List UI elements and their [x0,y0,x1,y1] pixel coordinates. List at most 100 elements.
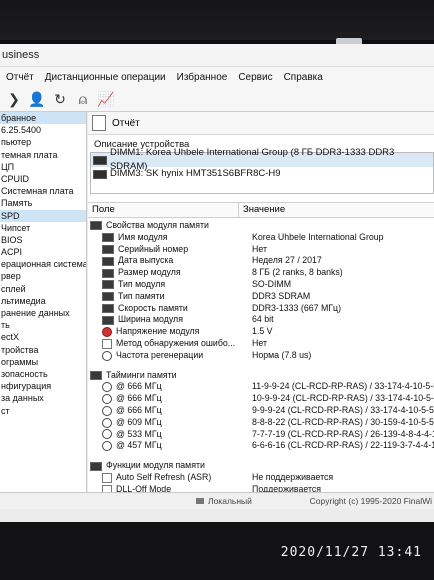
sidebar-item[interactable]: ерационная система [0,258,86,270]
sidebar-item[interactable]: тройства [0,344,86,356]
status-copyright: Copyright (c) 1995-2020 FinalWi [309,496,432,506]
chevron-right-icon[interactable]: ❯ [4,89,24,109]
sidebar-item[interactable]: льтимедиа [0,295,86,307]
field-value [236,370,434,382]
sidebar-item[interactable]: Память [0,197,86,209]
field-label: Свойства модуля памяти [106,220,209,230]
status-bar: Локальный Copyright (c) 1995-2020 FinalW… [0,492,434,509]
navigation-tree: бранное 6.25.5400 пьютер темная плата ЦП CPUI… [0,112,87,492]
memory-chip-icon [102,256,114,266]
field-label: @ 666 МГц [116,381,162,392]
table-row[interactable]: @ 533 МГц 7-7-7-19 (CL-RCD-RP-RAS) / 26-1… [88,429,434,441]
table-row[interactable]: Скорость памяти DDR3-1333 (667 МГц) [88,303,434,315]
app-window: usiness Отчёт Дистанционные операции Избра… [0,44,434,522]
group-header[interactable]: Свойства модуля памяти [88,220,434,232]
memory-chip-icon [102,280,114,290]
monitor-bezel-top [0,0,434,40]
table-row[interactable]: Напряжение модуля 1.5 V [88,326,434,338]
group-header[interactable]: Функции модуля памяти [88,460,434,472]
field-value: Korea Uhbele International Group [252,231,384,242]
field-value: 6-6-6-16 (CL-RCD-RP-RAS) / 22-119-3-7-4-… [252,440,434,451]
sidebar-item[interactable]: сплей [0,283,86,295]
sidebar-item[interactable]: ст [0,405,86,417]
table-row[interactable]: Размер модуля 8 ГБ (2 ranks, 8 banks) [88,267,434,279]
group-header[interactable]: Тайминги памяти [88,370,434,382]
sidebar-item[interactable]: Системная плата [0,185,86,197]
refresh-icon[interactable]: ↻ [50,89,70,109]
sidebar-item[interactable]: ограммы [0,356,86,368]
menu-item[interactable]: Избранное [177,72,228,83]
menu-item[interactable]: Справка [284,72,323,83]
window-title: usiness [0,44,434,67]
sidebar-item[interactable]: 6.25.5400 [0,124,86,136]
table-row[interactable]: Тип модуля SO-DIMM [88,279,434,291]
field-label: Auto Self Refresh (ASR) [116,471,212,482]
sidebar-item[interactable]: ть [0,319,86,331]
field-label: @ 533 МГц [116,428,162,439]
table-row[interactable]: @ 457 МГц 6-6-6-16 (CL-RCD-RP-RAS) / 22-1… [88,440,434,452]
clock-icon [102,394,112,405]
sidebar-item[interactable]: бранное [0,112,86,125]
field-value [236,460,434,472]
checkbox-icon [102,338,112,349]
memory-chip-icon [90,370,102,380]
user-icon[interactable]: 👤 [27,89,47,109]
sidebar-item[interactable]: пьютер [0,136,86,148]
field-label: @ 666 МГц [116,404,162,415]
table-row[interactable]: Ширина модуля 64 bit [88,314,434,326]
field-value: 64 bit [252,314,274,325]
field-label: Частота регенерации [116,349,204,360]
clock-icon [102,417,112,428]
memory-chip-icon [102,303,114,313]
device-item-dimm1[interactable]: DIMM1: Korea Uhbele International Group … [91,147,433,172]
table-row[interactable]: @ 609 МГц 8-8-8-22 (CL-RCD-RP-RAS) / 30-1… [88,417,434,429]
field-label: Метод обнаружения ошибо... [116,337,236,348]
sidebar-item[interactable]: темная плата [0,149,86,161]
field-value: DDR3 SDRAM [252,290,311,301]
column-header-field[interactable]: Поле [88,203,239,217]
sidebar-item[interactable]: нфигурация [0,380,86,392]
field-value: 8 ГБ (2 ranks, 8 banks) [252,267,343,278]
table-row[interactable]: Дата выпуска Неделя 27 / 2017 [88,255,434,267]
sidebar-item[interactable]: ACPI [0,246,86,258]
table-row[interactable]: Серийный номер Нет [88,244,434,256]
table-row[interactable]: Метод обнаружения ошибо... Нет [88,338,434,350]
field-value: 8-8-8-22 (CL-RCD-RP-RAS) / 30-159-4-10-5… [252,416,434,427]
table-row[interactable]: Тип памяти DDR3 SDRAM [88,291,434,303]
sidebar-item[interactable]: BIOS [0,234,86,246]
table-row[interactable]: @ 666 МГц 11-9-9-24 (CL-RCD-RP-RAS) / 33-… [88,381,434,393]
table-row[interactable]: Имя модуля Korea Uhbele International Gro… [88,232,434,244]
sidebar-item[interactable]: ранение данных [0,307,86,319]
table-row[interactable]: Auto Self Refresh (ASR) Не поддерживается [88,472,434,484]
report-button[interactable]: Отчёт [112,118,140,129]
table-row[interactable]: @ 666 МГц 10-9-9-24 (CL-RCD-RP-RAS) / 33-… [88,393,434,405]
memory-chip-icon [90,221,102,231]
sidebar-item[interactable]: зопасность [0,368,86,380]
details-panel: Отчёт Описание устройства DIMM1: Korea U… [88,112,434,495]
computer-icon [196,498,204,504]
properties-table: Свойства модуля памяти Имя модуля Korea Uh… [88,218,434,496]
field-value: DDR3-1333 (667 МГц) [252,302,342,313]
field-value [236,220,434,232]
sidebar-item[interactable]: рвер [0,270,86,282]
field-label: @ 609 МГц [116,416,162,427]
field-value: Норма (7.8 us) [252,349,312,360]
sidebar-item[interactable]: SPD [0,209,86,222]
menu-item[interactable]: Сервис [238,72,272,83]
sidebar-item[interactable]: за данных [0,392,86,404]
field-label: Тип модуля [118,278,166,289]
table-row[interactable]: Частота регенерации Норма (7.8 us) [88,350,434,362]
sidebar-item[interactable]: Чипсет [0,222,86,234]
sidebar-item[interactable]: CPUID [0,173,86,185]
menu-item[interactable]: Дистанционные операции [45,72,166,83]
column-header-value[interactable]: Значение [239,203,285,217]
report-document-icon[interactable] [92,115,106,131]
chart-icon[interactable]: 📈 [96,89,116,109]
memory-chip-icon [90,461,102,471]
device-list: DIMM1: Korea Uhbele International Group … [90,147,434,194]
sidebar-item[interactable]: ectX [0,331,86,343]
menu-item[interactable]: Отчёт [6,72,34,83]
person-icon[interactable]: ⍝ [73,89,93,109]
sidebar-item[interactable]: ЦП [0,161,86,173]
table-row[interactable]: @ 666 МГц 9-9-9-24 (CL-RCD-RP-RAS) / 33-1… [88,405,434,417]
